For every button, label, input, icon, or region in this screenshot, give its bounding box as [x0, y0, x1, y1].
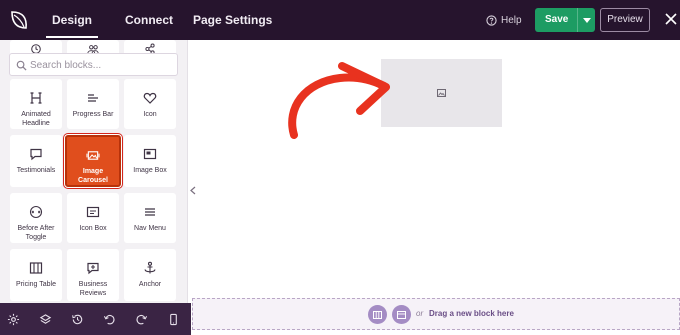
bottom-toolbar — [0, 303, 191, 335]
save-label: Save — [545, 14, 569, 25]
block-icon-box[interactable]: Icon Box — [67, 193, 119, 243]
block-label: Testimonials — [16, 167, 56, 174]
drop-zone[interactable]: or Drag a new block here — [192, 298, 680, 330]
speech-bubble-icon — [30, 148, 42, 161]
mobile-preview-button[interactable] — [165, 311, 181, 327]
block-image-carousel[interactable]: Image Carousel — [65, 135, 121, 187]
add-section-button[interactable] — [368, 305, 387, 324]
image-box-icon — [143, 148, 157, 160]
history-icon — [71, 314, 82, 324]
icon-box-icon — [86, 206, 100, 218]
block-image-box[interactable]: Image Box — [124, 135, 176, 187]
block-label: Before After Toggle — [17, 225, 55, 241]
top-bar: Design Connect Page Settings Help Save P… — [0, 0, 680, 40]
image-placeholder-icon — [437, 89, 446, 97]
anchor-icon — [144, 261, 156, 274]
menu-icon — [145, 208, 155, 216]
block-nav-menu[interactable]: Nav Menu — [124, 193, 176, 243]
search-input[interactable] — [30, 57, 170, 73]
block-animated-headline[interactable]: Animated Headline — [10, 79, 62, 129]
block-label: Image Box — [133, 167, 167, 174]
layers-button[interactable] — [37, 311, 53, 327]
block-progress-bar[interactable]: Progress Bar — [67, 79, 119, 129]
help-label: Help — [501, 14, 522, 26]
help-icon — [486, 14, 497, 26]
block-label: Anchor — [138, 281, 162, 288]
redo-icon — [136, 314, 147, 324]
dropzone-or-label: or — [416, 309, 424, 318]
block-label: Business Reviews — [78, 281, 108, 297]
block-label: Icon — [143, 111, 157, 118]
block-label: Nav Menu — [134, 225, 166, 232]
preview-button[interactable]: Preview — [600, 8, 650, 32]
block-before-after-toggle[interactable]: Before After Toggle — [10, 193, 62, 243]
help-link[interactable]: Help — [486, 0, 522, 40]
image-carousel-icon — [86, 151, 100, 160]
undo-icon — [103, 314, 114, 324]
search-blocks[interactable] — [9, 53, 178, 76]
heading-icon — [30, 92, 42, 104]
seedprod-logo-icon[interactable] — [7, 8, 31, 32]
block-label: Image Carousel — [78, 168, 108, 184]
columns-icon — [373, 310, 382, 319]
block-testimonials[interactable]: Testimonials — [10, 135, 62, 187]
layers-icon — [39, 313, 51, 324]
add-template-button[interactable] — [392, 305, 411, 324]
review-icon — [87, 262, 99, 275]
settings-icon — [7, 313, 19, 325]
block-pricing-table[interactable]: Pricing Table — [10, 249, 62, 301]
save-button[interactable]: Save — [535, 8, 595, 32]
block-label: Pricing Table — [16, 281, 56, 288]
tab-page-settings[interactable]: Page Settings — [193, 0, 272, 40]
red-pointer-arrow-icon — [288, 62, 390, 139]
block-label: Animated Headline — [21, 111, 51, 127]
pricing-table-icon — [29, 262, 43, 274]
blocks-sidebar: Animated Headline Progress Bar Icon Test… — [0, 40, 188, 303]
block-business-reviews[interactable]: Business Reviews — [67, 249, 119, 301]
settings-button[interactable] — [5, 311, 21, 327]
collapse-sidebar-button[interactable] — [188, 180, 198, 200]
block-icon[interactable]: Icon — [124, 79, 176, 129]
heart-icon — [143, 92, 157, 104]
compare-icon — [29, 205, 43, 219]
save-dropdown-caret-icon[interactable] — [577, 8, 595, 32]
block-label: Progress Bar — [72, 111, 114, 118]
tab-design[interactable]: Design — [46, 0, 98, 38]
close-icon[interactable] — [663, 11, 679, 27]
image-carousel-placeholder[interactable] — [381, 59, 502, 127]
redo-button[interactable] — [133, 311, 149, 327]
undo-button[interactable] — [101, 311, 117, 327]
search-icon — [16, 60, 27, 71]
block-anchor[interactable]: Anchor — [124, 249, 176, 301]
tab-connect[interactable]: Connect — [125, 0, 173, 40]
chevron-left-icon — [190, 186, 196, 194]
block-label: Icon Box — [79, 225, 107, 232]
mobile-preview-icon — [169, 313, 177, 325]
progress-bar-icon — [88, 94, 98, 102]
template-icon — [397, 310, 406, 319]
dropzone-label: Drag a new block here — [429, 309, 514, 318]
history-button[interactable] — [69, 311, 85, 327]
